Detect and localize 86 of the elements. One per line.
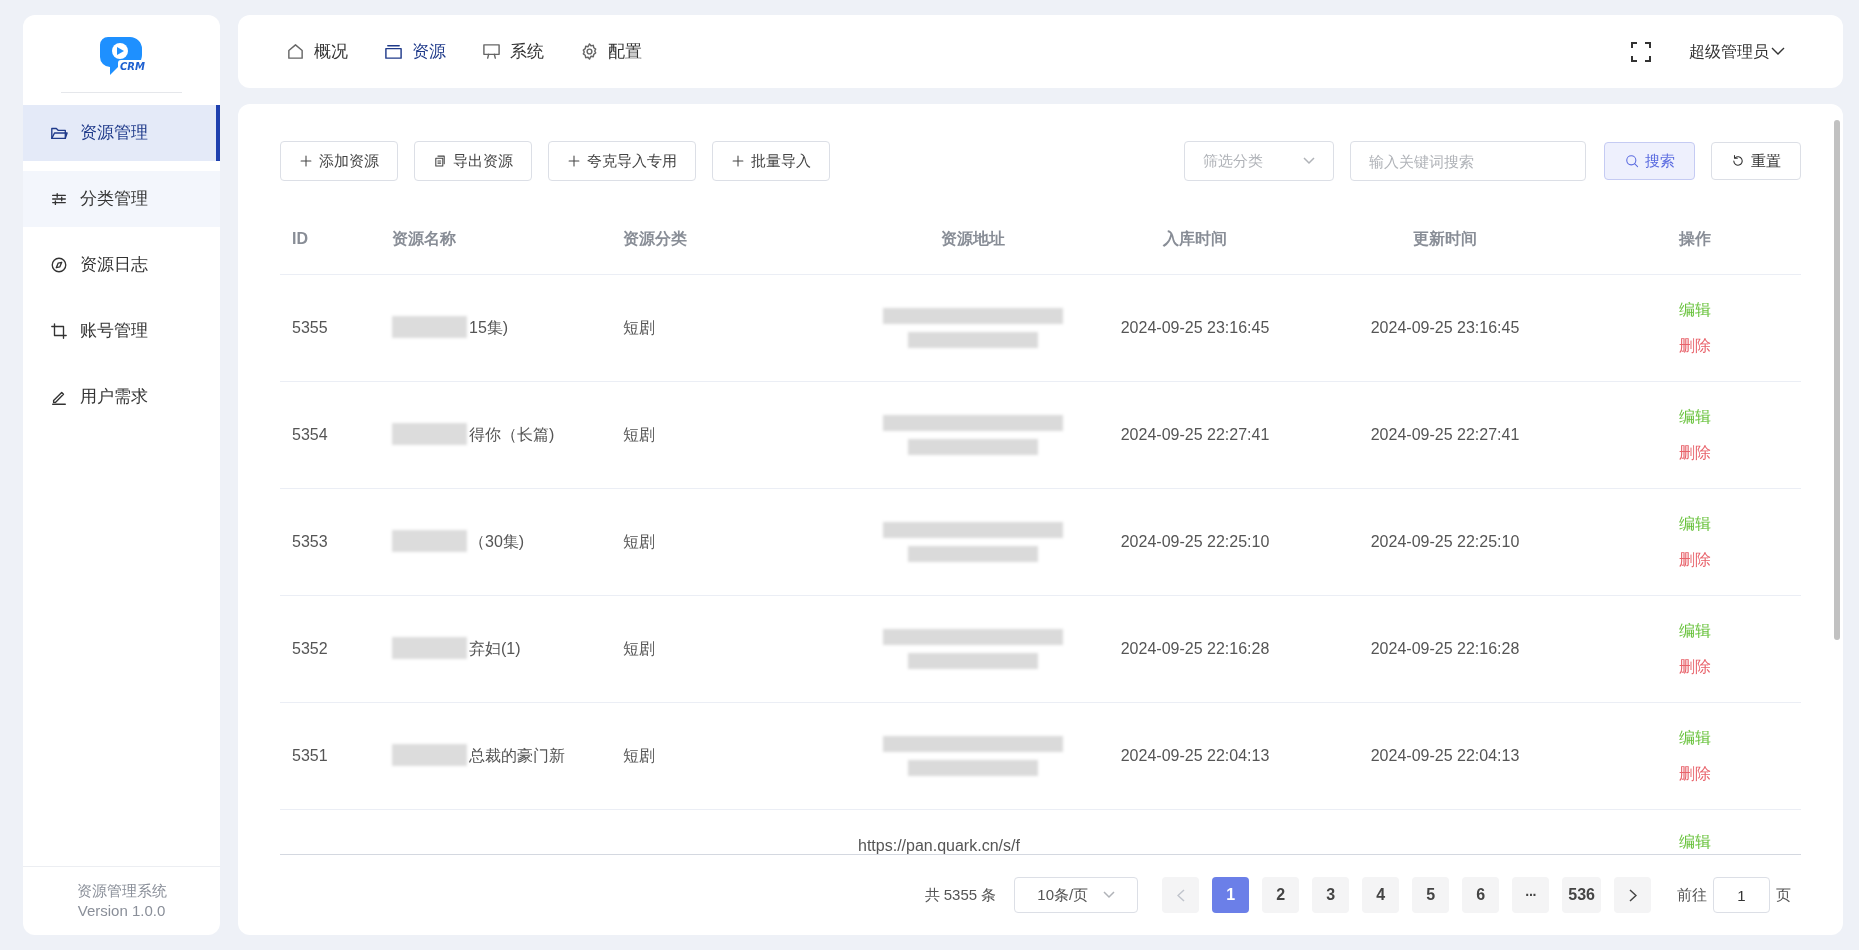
table-cell-text: 总裁的豪门新 [469, 746, 565, 766]
table-cell: 5353 [292, 533, 328, 550]
goto-label: 前往 [1677, 884, 1707, 905]
crop-icon [50, 322, 68, 340]
stack-icon [384, 42, 403, 61]
search-button[interactable]: 搜索 [1604, 142, 1695, 180]
column-header: 资源分类 [623, 228, 688, 249]
settings-icon [580, 42, 599, 61]
reset-button[interactable]: 重置 [1711, 142, 1801, 180]
chevron-left-icon [1176, 888, 1185, 902]
page-button[interactable]: 1 [1212, 877, 1250, 913]
column-header: ID [291, 228, 309, 249]
chevron-right-icon [1628, 888, 1637, 902]
table-cell: https://pan.quark.cn/s/f [858, 837, 1020, 854]
table-cell: 2024-09-25 22:04:13 [1120, 747, 1270, 764]
search-icon [1624, 154, 1639, 168]
goto-page-field[interactable]: 1 [1713, 877, 1770, 913]
sidebar-item[interactable]: 用户需求 [23, 369, 220, 425]
sidebar-item[interactable]: 账号管理 [23, 303, 220, 359]
fullscreen-icon[interactable] [1631, 41, 1651, 62]
app-version: Version 1.0.0 [77, 901, 166, 921]
page-button[interactable]: 2 [1262, 877, 1300, 913]
sidebar-item[interactable]: 分类管理 [23, 171, 220, 227]
plus-icon [567, 154, 581, 168]
page-button[interactable]: 6 [1462, 877, 1500, 913]
toolbar-button[interactable]: 添加资源 [280, 141, 398, 181]
table-cell: 2024-09-25 23:16:45 [1120, 319, 1270, 336]
page-button[interactable]: 5 [1412, 877, 1450, 913]
page-button[interactable]: 536 [1562, 877, 1601, 913]
plus-icon [731, 154, 745, 168]
table-cell: 2024-09-25 22:27:41 [1120, 426, 1270, 443]
chevron-down-icon [1103, 891, 1116, 899]
table-cell-text: 弃妇(1) [469, 639, 521, 659]
column-header: 操作 [1677, 228, 1712, 249]
toolbar-button[interactable]: 导出资源 [414, 141, 532, 181]
sliders-icon [50, 190, 68, 208]
toolbar-button[interactable]: 批量导入 [712, 141, 830, 181]
total-count: 共 5355 条 [924, 884, 997, 905]
page-button[interactable]: 4 [1362, 877, 1400, 913]
user-menu[interactable]: 超级管理员 [1689, 39, 1785, 64]
table-cell: 5355 [292, 319, 328, 336]
page-size-select[interactable]: 10条/页 [1014, 877, 1139, 913]
nav-tab[interactable]: 资源 [384, 38, 446, 65]
table-cell-text: 15集) [469, 318, 509, 338]
nav-tab[interactable]: 概况 [286, 38, 348, 65]
chevron-down-icon [1303, 157, 1315, 165]
more-pages-button[interactable]: ··· [1512, 877, 1550, 913]
column-header: 更新时间 [1412, 228, 1478, 249]
table-cell: 短剧 [623, 426, 655, 443]
sidebar-item[interactable]: 资源管理 [23, 105, 220, 161]
table-cell: 2024-09-25 22:16:28 [1370, 640, 1520, 657]
next-page-button[interactable] [1614, 877, 1651, 913]
presentation-icon [482, 42, 501, 61]
table-cell: 短剧 [623, 319, 655, 336]
table-cell: 短剧 [623, 747, 655, 764]
column-header: 资源名称 [392, 228, 457, 249]
table-cell: 2024-09-25 22:16:28 [1120, 640, 1270, 657]
table-cell: 短剧 [623, 533, 655, 550]
chevron-down-icon [1771, 47, 1785, 56]
table-cell: 5352 [292, 640, 328, 657]
search-field[interactable]: 输入关键词搜索 [1350, 141, 1586, 181]
sidebar-item[interactable]: 资源日志 [23, 237, 220, 293]
table-cell: 5351 [292, 747, 328, 764]
compass-icon [50, 256, 68, 274]
plus-icon [299, 154, 313, 168]
column-header: 资源地址 [940, 228, 1006, 249]
goto-suffix: 页 [1776, 884, 1791, 905]
nav-tab[interactable]: 配置 [580, 38, 642, 65]
table-cell: 5354 [292, 426, 328, 443]
nav-tab[interactable]: 系统 [482, 38, 544, 65]
table-cell-text: 得你（长篇) [469, 425, 555, 445]
table-cell: 2024-09-25 22:27:41 [1370, 426, 1520, 443]
table-cell-text: （30集) [469, 532, 525, 552]
table-cell: 2024-09-25 22:04:13 [1370, 747, 1520, 764]
toolbar-button[interactable]: 夸克导入专用 [548, 141, 696, 181]
home-icon [286, 42, 305, 61]
previous-page-button[interactable] [1162, 877, 1200, 913]
table-cell: 2024-09-25 22:25:10 [1120, 533, 1270, 550]
table-cell: 短剧 [623, 640, 655, 657]
page-button[interactable]: 3 [1312, 877, 1350, 913]
copy-icon [433, 154, 447, 168]
column-header: 入库时间 [1162, 228, 1228, 249]
app-name: 资源管理系统 [76, 881, 167, 901]
table-cell: 2024-09-25 23:16:45 [1370, 319, 1520, 336]
table-cell: 2024-09-25 22:25:10 [1370, 533, 1520, 550]
reset-icon [1731, 154, 1745, 168]
